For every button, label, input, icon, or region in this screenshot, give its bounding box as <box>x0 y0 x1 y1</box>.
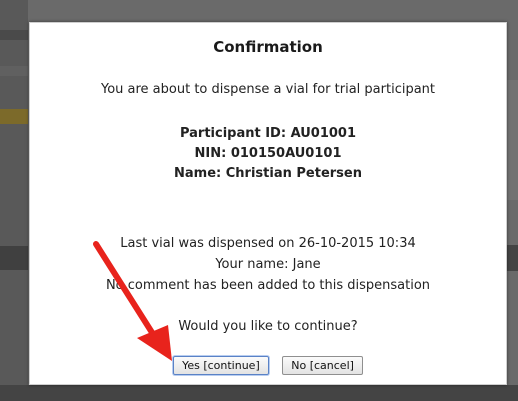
background-stripe <box>0 109 28 124</box>
participant-name: Name: Christian Petersen <box>174 166 362 181</box>
background-right-panel <box>506 0 518 401</box>
dispensation-info: Last vial was dispensed on 26-10-2015 10… <box>30 233 506 296</box>
dialog-title: Confirmation <box>213 38 323 56</box>
background-bottom-bar <box>0 385 518 401</box>
background-stripe <box>506 80 518 200</box>
last-vial-text: Last vial was dispensed on 26-10-2015 10… <box>120 236 416 251</box>
no-cancel-button[interactable]: No [cancel] <box>282 356 363 375</box>
background-stripe <box>0 66 28 76</box>
dialog-buttons: Yes [continue] No [cancel] <box>30 356 506 375</box>
background-stripe <box>0 30 28 40</box>
your-name-text: Your name: Jane <box>215 257 321 272</box>
participant-id: Participant ID: AU01001 <box>179 126 357 141</box>
background-stripe <box>506 245 518 271</box>
background-left-panel <box>0 0 28 401</box>
comment-text: No comment has been added to this dispen… <box>105 278 431 293</box>
intro-text: You are about to dispense a vial for tri… <box>100 82 436 97</box>
participant-nin: NIN: 010150AU0101 <box>194 146 342 161</box>
continue-question: Would you like to continue? <box>178 319 358 334</box>
confirmation-dialog: Confirmation You are about to dispense a… <box>29 22 507 385</box>
background-stripe <box>0 246 28 270</box>
yes-continue-button[interactable]: Yes [continue] <box>173 356 269 375</box>
participant-details: Participant ID: AU01001 NIN: 010150AU010… <box>30 124 506 184</box>
